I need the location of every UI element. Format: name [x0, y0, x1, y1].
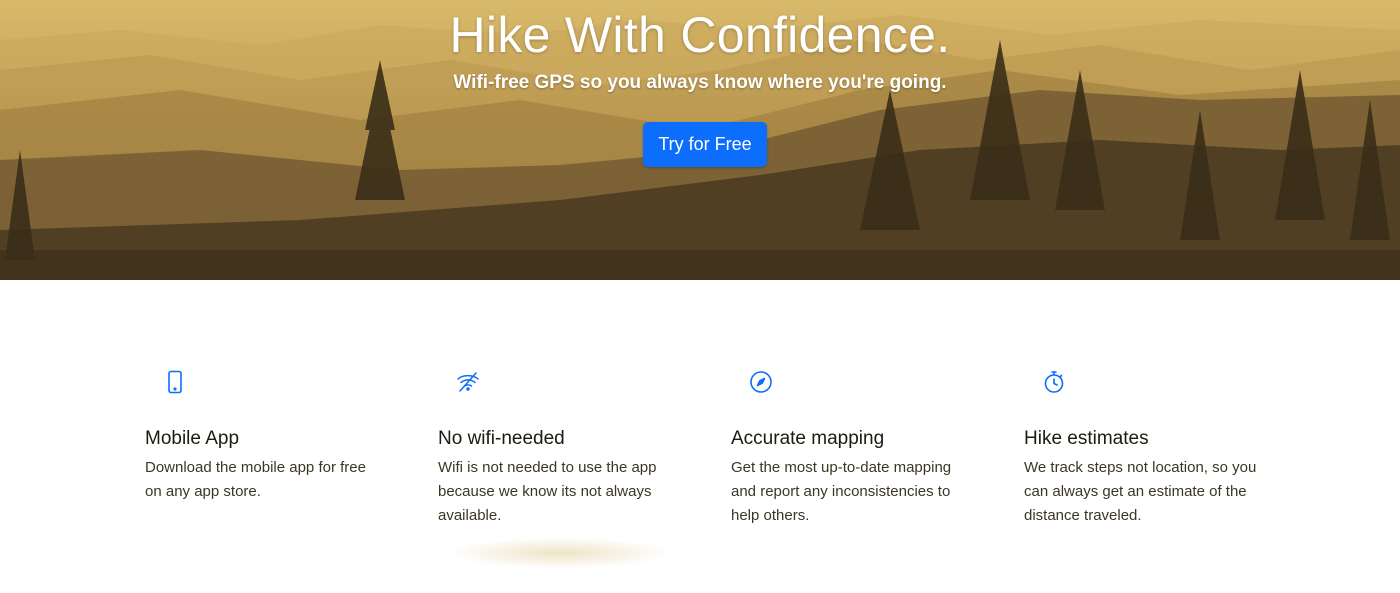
compass-icon — [749, 370, 773, 394]
mobile-phone-icon — [163, 370, 187, 394]
hero-section: Hike With Confidence. Wifi-free GPS so y… — [0, 0, 1400, 280]
features-section: Mobile App Download the mobile app for f… — [0, 280, 1400, 593]
feature-title: Hike estimates — [1024, 428, 1149, 449]
wifi-off-icon — [456, 370, 480, 394]
hero-subtitle: Wifi-free GPS so you always know where y… — [453, 72, 947, 93]
feature-description: Wifi is not needed to use the app becaus… — [438, 459, 657, 524]
hero-title: Hike With Confidence. — [449, 7, 951, 63]
feature-description: Get the most up-to-date mapping and repo… — [731, 459, 952, 524]
feature-title: Mobile App — [145, 428, 240, 449]
feature-description: Download the mobile app for free on any … — [145, 459, 366, 500]
feature-title: Accurate mapping — [731, 428, 885, 449]
stopwatch-icon — [1042, 370, 1066, 394]
feature-description: We track steps not location, so you can … — [1024, 459, 1257, 524]
faded-image-artifact — [450, 538, 670, 568]
feature-title: No wifi-needed — [438, 428, 565, 449]
try-for-free-button[interactable]: Try for Free — [643, 122, 767, 167]
